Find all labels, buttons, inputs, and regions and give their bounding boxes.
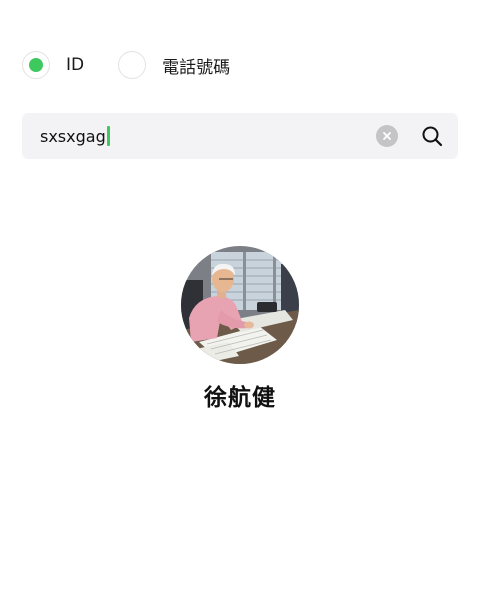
radio-label-id: ID <box>66 55 85 75</box>
search-box: sxsxgag <box>22 113 458 159</box>
search-button[interactable] <box>420 124 444 148</box>
search-query-text: sxsxgag <box>40 126 106 146</box>
avatar-photo <box>181 246 299 364</box>
clear-icon <box>383 132 391 140</box>
search-icon <box>422 126 443 147</box>
search-type-selector: ID 電話號碼 <box>22 48 230 82</box>
profile-name[interactable]: 徐航健 <box>0 378 480 412</box>
search-input[interactable]: sxsxgag <box>40 113 376 159</box>
radio-option-phone[interactable]: 電話號碼 <box>118 51 230 79</box>
radio-option-id[interactable]: ID <box>22 51 84 79</box>
text-cursor <box>106 126 110 146</box>
radio-button-phone[interactable] <box>118 51 147 79</box>
profile-avatar[interactable] <box>181 246 299 364</box>
clear-search-button[interactable] <box>376 125 398 147</box>
radio-selected-dot <box>29 58 43 72</box>
radio-label-phone: 電話號碼 <box>162 57 231 78</box>
radio-button-id[interactable] <box>22 51 50 79</box>
